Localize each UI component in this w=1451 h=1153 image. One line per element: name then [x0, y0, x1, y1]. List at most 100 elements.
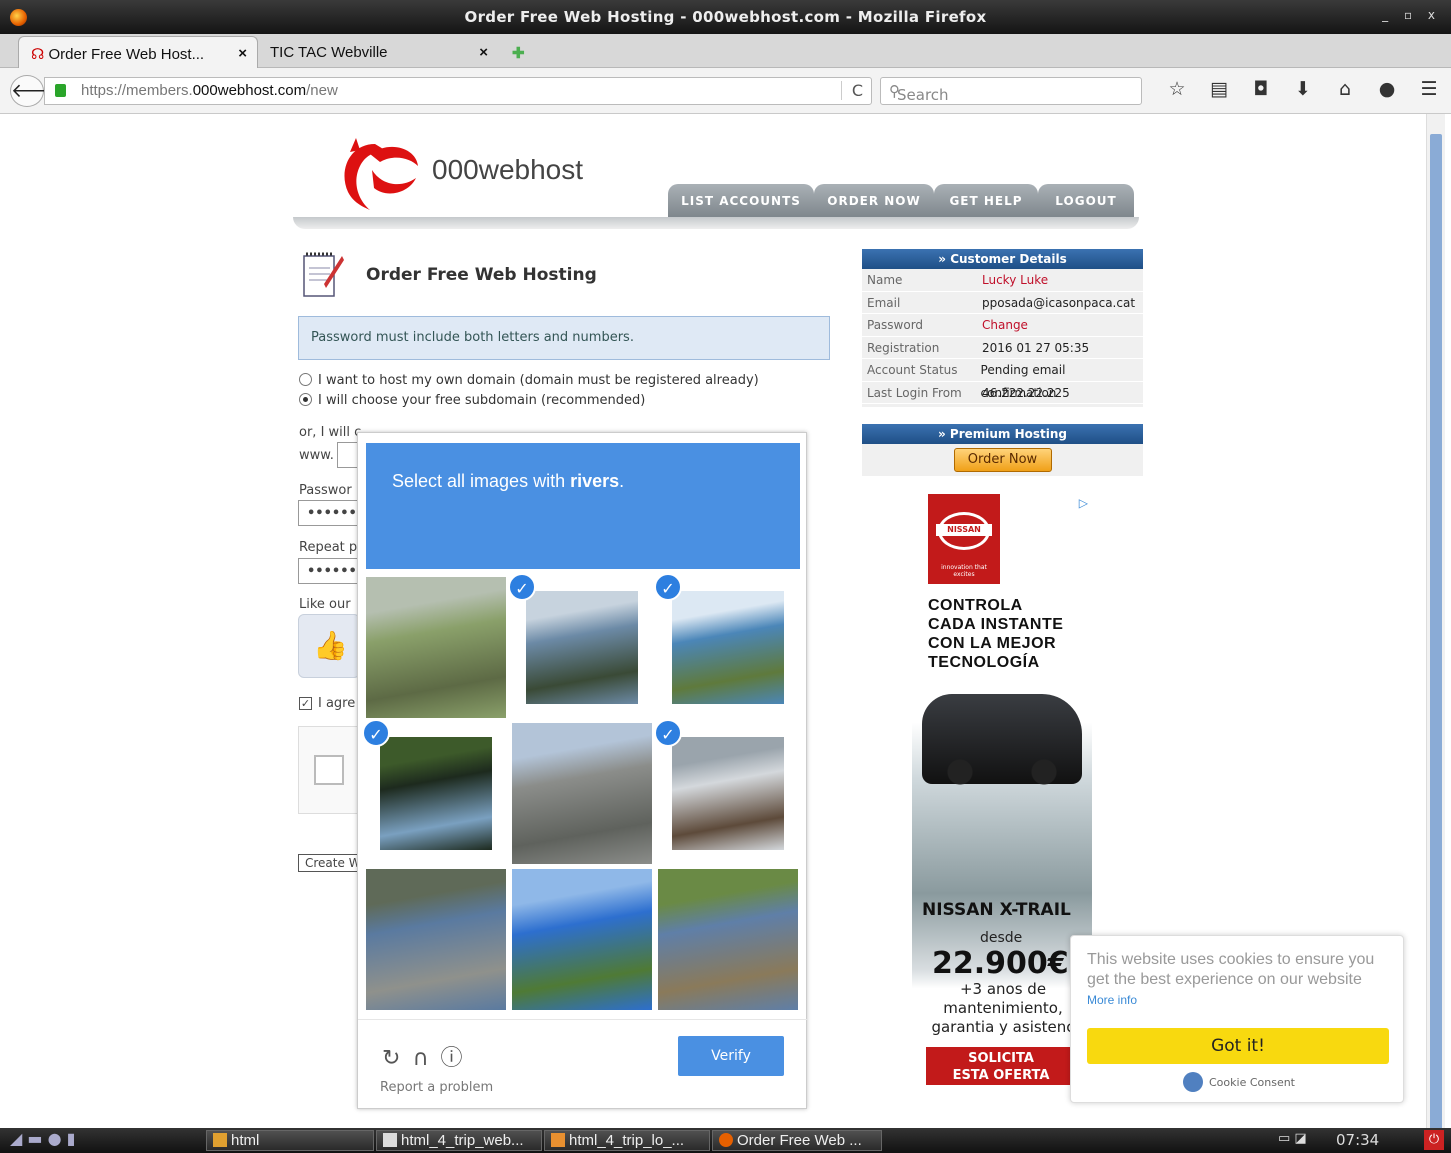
menu-get-help[interactable]: GET HELP [934, 184, 1038, 218]
window-titlebar: Order Free Web Hosting - 000webhost.com … [0, 0, 1451, 34]
tile-selected-check-icon: ✓ [654, 573, 682, 601]
vertical-scrollbar[interactable] [1426, 114, 1445, 1134]
tab-close-icon[interactable]: × [479, 44, 488, 61]
ad-headline: CONTROLA CADA INSTANTE CON LA MEJOR TECNOLO… [928, 597, 1064, 671]
captcha-photo [366, 869, 506, 1010]
like-label: Like our [299, 597, 351, 612]
scrollbar-thumb[interactable] [1430, 134, 1442, 1134]
captcha-tile-3[interactable] [658, 577, 798, 718]
facebook-like-button[interactable]: 👍 [298, 614, 360, 678]
or-text: or, I will c [299, 425, 362, 440]
captcha-tile-4[interactable] [366, 723, 506, 864]
ad-details: +3 anos de mantenimiento, garantia y asist… [931, 980, 1075, 1036]
download-icon[interactable]: ⬇ [1282, 78, 1324, 100]
captcha-tile-9[interactable] [658, 869, 798, 1010]
start-menu-icon[interactable]: ◢ ▬ ● ▮ [10, 1129, 75, 1148]
reload-challenge-icon[interactable]: ↻ [382, 1046, 412, 1071]
tab-tic-tac-webville[interactable]: TIC TAC Webville × [258, 36, 498, 68]
info-message: Password must include both letters and n… [298, 316, 830, 360]
search-placeholder: ⚲ Search [889, 82, 949, 104]
reading-list-icon[interactable]: ▤ [1198, 78, 1240, 100]
nissan-advertisement[interactable]: ▷ NISSAN innovation that excites CONTROL… [912, 494, 1092, 1128]
ad-info-icon[interactable]: ▷ [1079, 496, 1088, 510]
tab-bar: ☊ Order Free Web Host... × TIC TAC Webvi… [0, 34, 1451, 68]
captcha-photo [512, 723, 652, 864]
captcha-tile-8[interactable] [512, 869, 652, 1010]
more-info-link[interactable]: More info [1087, 993, 1137, 1007]
ad-model: NISSAN X-TRAIL [922, 900, 1071, 920]
repeat-password-field[interactable]: ••••••• [298, 558, 365, 584]
lock-icon [55, 84, 66, 97]
ad-tagline: innovation that excites [941, 564, 987, 578]
tab-order-free-web-hosting[interactable]: ☊ Order Free Web Host... × [18, 36, 258, 68]
car-image [922, 694, 1082, 786]
menu-logout[interactable]: LOGOUT [1038, 184, 1134, 218]
cookie-message: This website uses cookies to ensure you … [1087, 951, 1375, 1007]
radio-free-subdomain[interactable]: I will choose your free subdomain (recom… [299, 393, 645, 408]
notepad-icon [303, 252, 344, 297]
audio-challenge-icon[interactable]: ∩ [412, 1046, 440, 1071]
customer-row-registration: Registration 2016 01 27 05:35 [862, 337, 1143, 359]
back-button[interactable]: 🡐 [10, 75, 62, 107]
info-icon[interactable]: ⓘ [441, 1046, 475, 1071]
taskbar-item-html-web[interactable]: html_4_trip_web... [376, 1130, 542, 1151]
create-website-button[interactable]: Create W [298, 854, 360, 872]
change-password-link[interactable]: Change [982, 314, 1028, 336]
home-icon[interactable]: ⌂ [1324, 78, 1366, 100]
report-problem-link[interactable]: Report a problem [380, 1080, 493, 1095]
menu-list-accounts[interactable]: LIST ACCOUNTS [668, 184, 814, 218]
window-controls[interactable]: _ ▫ x [1382, 8, 1441, 22]
firefox-task-icon [719, 1133, 733, 1147]
customer-row-email: Email pposada@icasonpaca.cat [862, 292, 1143, 314]
customer-details-header: » Customer Details [862, 249, 1143, 269]
captcha-tool-icons: ↻∩ⓘ [382, 1040, 475, 1072]
tab-close-icon[interactable]: × [238, 45, 247, 62]
menu-order-now[interactable]: ORDER NOW [814, 184, 934, 218]
reload-icon[interactable]: C [840, 81, 863, 100]
last-login-value: 46.222.22.225 [982, 385, 1070, 400]
order-now-button[interactable]: Order Now [953, 448, 1052, 472]
new-tab-button[interactable]: ✚ [500, 36, 537, 68]
checkbox-checked-icon[interactable]: ✓ [299, 697, 312, 710]
cookie-consent-icon [1183, 1072, 1203, 1092]
search-input[interactable]: ⚲ Search [880, 77, 1142, 105]
taskbar-item-firefox[interactable]: Order Free Web ... [712, 1130, 882, 1151]
verify-button[interactable]: Verify [678, 1036, 784, 1076]
recaptcha-checkbox[interactable] [314, 755, 344, 785]
network-icon[interactable]: ▭ ◪ [1278, 1131, 1307, 1146]
customer-details-panel: » Customer Details Name Lucky Luke Email p… [862, 249, 1143, 407]
thumbs-up-icon: 👍 [313, 629, 348, 662]
taskbar-item-html-lo[interactable]: html_4_trip_lo_... [544, 1130, 710, 1151]
ad-cta-button[interactable]: SOLICITA ESTA OFERTA [926, 1047, 1076, 1085]
radio-button[interactable] [299, 373, 312, 386]
repeat-password-label: Repeat p [299, 540, 358, 555]
url-bar[interactable]: https://members.000webhost.com/new C [44, 77, 872, 105]
password-field[interactable]: ••••••• [298, 500, 365, 526]
captcha-tile-1[interactable] [366, 577, 506, 718]
000webhost-logo-icon[interactable] [330, 130, 422, 212]
got-it-button[interactable]: Got it! [1087, 1028, 1389, 1064]
agree-checkbox[interactable]: ✓ I agre [299, 696, 355, 711]
captcha-tile-6[interactable] [658, 723, 798, 864]
tile-selected-check-icon: ✓ [362, 719, 390, 747]
email-value: pposada@icasonpaca.cat [982, 295, 1136, 310]
radio-own-domain[interactable]: I want to host my own domain (domain mus… [299, 373, 759, 388]
captcha-photo [526, 591, 638, 704]
radio-button-selected[interactable] [299, 393, 312, 406]
captcha-tile-7[interactable] [366, 869, 506, 1010]
star-icon[interactable]: ☆ [1156, 78, 1198, 100]
menu-icon[interactable]: ☰ [1408, 78, 1450, 100]
pocket-icon[interactable]: ◘ [1240, 78, 1282, 100]
nissan-logo-icon: NISSAN innovation that excites [928, 494, 1000, 584]
customer-row-last-login: Last Login From 46.222.22.225 [862, 382, 1143, 404]
power-icon[interactable]: ⏻ [1424, 1130, 1444, 1150]
ad-price: 22.900€ [932, 946, 1069, 981]
taskbar-item-html[interactable]: html [206, 1130, 374, 1151]
chat-icon[interactable]: ● [1366, 78, 1408, 100]
image-icon [551, 1133, 565, 1147]
logo-text: 000webhost [432, 154, 584, 185]
captcha-tile-2[interactable] [512, 577, 652, 718]
captcha-tile-5[interactable] [512, 723, 652, 864]
captcha-photo [658, 869, 798, 1010]
status-value: Pending email confirmation [980, 363, 1066, 400]
